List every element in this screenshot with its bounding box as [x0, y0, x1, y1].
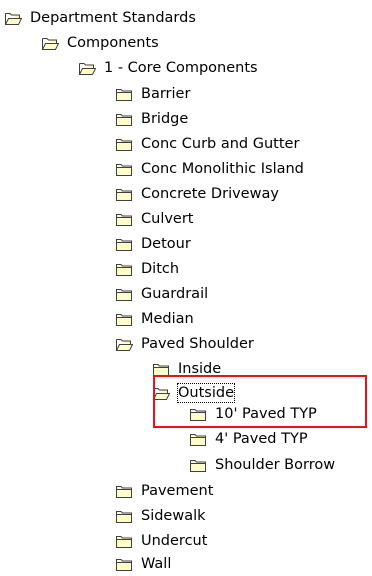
- tree-item-label: Wall: [141, 556, 172, 572]
- folder-closed-icon: [189, 406, 207, 422]
- folder-open-icon: [4, 10, 22, 26]
- folder-closed-icon: [152, 361, 170, 377]
- tree-item-label: Undercut: [141, 533, 208, 549]
- tree-item-label: Guardrail: [141, 286, 209, 302]
- tree-item-components[interactable]: Components: [41, 31, 160, 55]
- folder-closed-icon: [115, 86, 133, 102]
- tree-item-1-core-components[interactable]: 1 - Core Components: [78, 56, 259, 80]
- tree-item-conc-curb-and-gutter[interactable]: Conc Curb and Gutter: [115, 132, 300, 156]
- tree-item-label: 10' Paved TYP: [215, 406, 317, 422]
- tree-item-label: Department Standards: [30, 10, 196, 26]
- folder-closed-icon: [115, 236, 133, 252]
- tree-item-label: Shoulder Borrow: [215, 457, 336, 473]
- folder-open-icon: [41, 35, 59, 51]
- folder-closed-icon: [115, 136, 133, 152]
- tree-item-barrier[interactable]: Barrier: [115, 82, 191, 106]
- tree-item-ditch[interactable]: Ditch: [115, 257, 180, 281]
- tree-item-pavement[interactable]: Pavement: [115, 479, 214, 503]
- tree-item-label: Components: [67, 35, 159, 51]
- tree-item-department-standards[interactable]: Department Standards: [4, 6, 197, 30]
- tree-item-4-paved-typ[interactable]: 4' Paved TYP: [189, 427, 309, 451]
- folder-closed-icon: [115, 556, 133, 572]
- tree-item-label: Inside: [178, 361, 222, 377]
- tree-item-median[interactable]: Median: [115, 307, 195, 331]
- tree-item-label: Concrete Driveway: [141, 186, 279, 202]
- tree-item-label: Paved Shoulder: [141, 336, 254, 352]
- tree-item-label: 4' Paved TYP: [215, 431, 308, 447]
- tree-item-label: Conc Curb and Gutter: [141, 136, 300, 152]
- tree-item-inside[interactable]: Inside: [152, 357, 222, 381]
- folder-closed-icon: [189, 431, 207, 447]
- tree-item-paved-shoulder[interactable]: Paved Shoulder: [115, 332, 255, 356]
- tree-item-undercut[interactable]: Undercut: [115, 529, 208, 553]
- tree-item-culvert[interactable]: Culvert: [115, 207, 195, 231]
- folder-closed-icon: [115, 483, 133, 499]
- tree-item-guardrail[interactable]: Guardrail: [115, 282, 209, 306]
- folder-open-icon: [78, 60, 96, 76]
- folder-closed-icon: [115, 286, 133, 302]
- tree-item-detour[interactable]: Detour: [115, 232, 192, 256]
- tree-item-label: Conc Monolithic Island: [141, 161, 304, 177]
- folder-closed-icon: [115, 533, 133, 549]
- folder-closed-icon: [115, 311, 133, 327]
- folder-tree: Department Standards Components 1 - Core…: [0, 0, 372, 575]
- folder-closed-icon: [115, 111, 133, 127]
- tree-item-label: 1 - Core Components: [104, 60, 258, 76]
- tree-item-label: Barrier: [141, 86, 191, 102]
- folder-closed-icon: [115, 186, 133, 202]
- tree-item-label: Sidewalk: [141, 508, 206, 524]
- tree-item-concrete-driveway[interactable]: Concrete Driveway: [115, 182, 280, 206]
- folder-open-icon: [115, 336, 133, 352]
- folder-closed-icon: [115, 161, 133, 177]
- tree-item-label: Pavement: [141, 483, 214, 499]
- tree-item-label: Median: [141, 311, 194, 327]
- tree-item-label: Culvert: [141, 211, 194, 227]
- folder-closed-icon: [115, 261, 133, 277]
- tree-item-label: Bridge: [141, 111, 189, 127]
- folder-open-icon: [152, 385, 170, 401]
- tree-item-shoulder-borrow[interactable]: Shoulder Borrow: [189, 453, 336, 477]
- folder-closed-icon: [115, 508, 133, 524]
- tree-item-label: Detour: [141, 236, 191, 252]
- folder-closed-icon: [189, 457, 207, 473]
- tree-item-bridge[interactable]: Bridge: [115, 107, 189, 131]
- tree-item-wall[interactable]: Wall: [115, 552, 172, 576]
- tree-item-conc-monolithic-island[interactable]: Conc Monolithic Island: [115, 157, 305, 181]
- tree-item-label: Ditch: [141, 261, 180, 277]
- tree-item-10-paved-typ[interactable]: 10' Paved TYP: [189, 402, 318, 426]
- tree-item-sidewalk[interactable]: Sidewalk: [115, 504, 207, 528]
- tree-item-label: Outside: [177, 383, 235, 403]
- folder-closed-icon: [115, 211, 133, 227]
